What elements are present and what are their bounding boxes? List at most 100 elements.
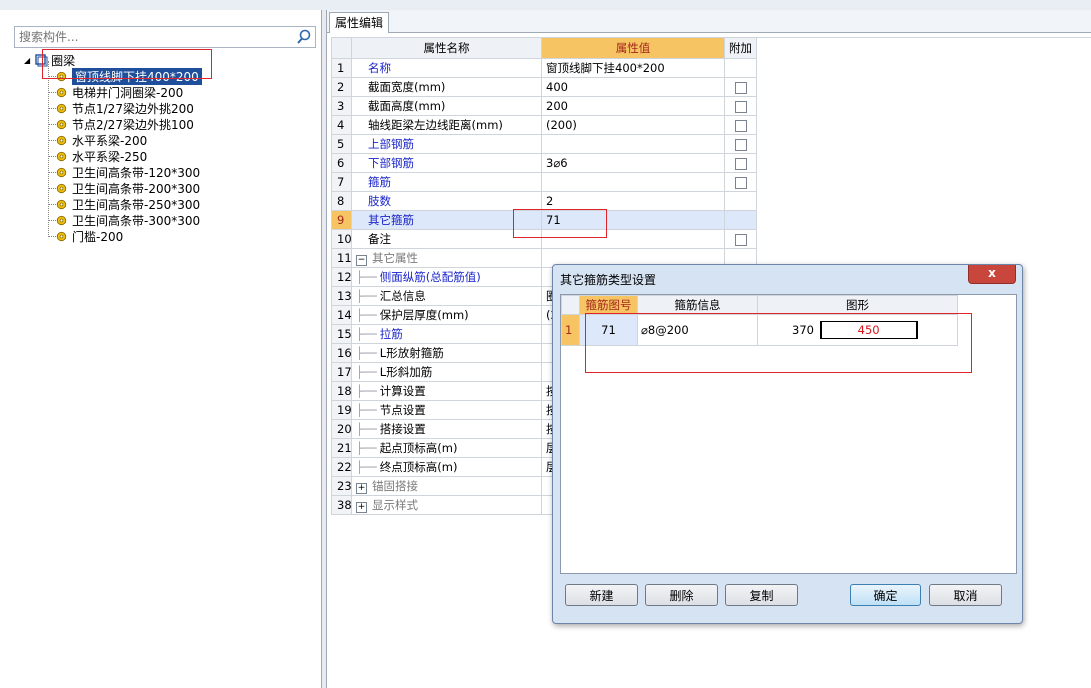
row-number: 6 [331, 153, 352, 173]
tree-guide-line [48, 220, 56, 221]
component-gear-icon [56, 215, 67, 225]
component-gear-icon [56, 167, 67, 177]
tree-item[interactable]: 卫生间高条带-200*300 [56, 180, 200, 196]
tree-guide-line [48, 204, 56, 205]
tree-item-label: 卫生间高条带-250*300 [72, 197, 201, 212]
property-name: 上部钢筋 [368, 137, 414, 151]
other-stirrup-dialog: 其它箍筋类型设置 x 箍筋图号 箍筋信息 图形 1 71 ⌀8@200 370 … [552, 264, 1023, 624]
component-gear-icon [56, 87, 67, 97]
extra-cell [724, 172, 757, 192]
property-value-cell[interactable]: 2 [541, 191, 725, 211]
row-number: 19 [331, 400, 352, 420]
delete-button[interactable]: 删除 [645, 584, 718, 606]
tree-item-label: 节点2/27梁边外挑100 [72, 117, 194, 132]
tree-guide-line [48, 188, 56, 189]
dlg-header-info: 箍筋信息 [637, 295, 758, 315]
expand-icon[interactable]: + [356, 483, 367, 494]
property-name-cell: 肢数 [351, 191, 542, 211]
extra-checkbox[interactable] [735, 176, 747, 189]
extra-checkbox[interactable] [735, 233, 747, 246]
table-row[interactable]: 6 下部钢筋 3⌀6 [331, 153, 757, 173]
table-row[interactable]: 7 箍筋 [331, 172, 757, 192]
row-number: 5 [331, 134, 352, 154]
property-value-cell[interactable]: (200) [541, 115, 725, 135]
dlg-header-corner [561, 295, 580, 315]
extra-cell [724, 153, 757, 173]
tree-item[interactable]: 水平系梁-200 [56, 132, 147, 148]
tree-item[interactable]: 卫生间高条带-120*300 [56, 164, 200, 180]
extra-cell [724, 58, 757, 78]
tree-item[interactable]: 节点1/27梁边外挑200 [56, 100, 194, 116]
tree-guide-line [48, 124, 56, 125]
search-input[interactable] [19, 29, 289, 45]
panel-splitter[interactable] [322, 10, 327, 688]
property-name: 备注 [368, 232, 391, 246]
tree-item-label: 门槛-200 [72, 229, 124, 244]
row-number: 8 [331, 191, 352, 211]
row-number: 1 [331, 58, 352, 78]
tab-property-edit[interactable]: 属性编辑 [329, 12, 390, 33]
extra-checkbox[interactable] [735, 138, 747, 151]
extra-cell [724, 115, 757, 135]
row-number: 20 [331, 419, 352, 439]
search-icon[interactable] [295, 28, 313, 46]
component-gear-icon [56, 183, 67, 193]
property-value-cell[interactable] [541, 134, 725, 154]
property-value-cell[interactable]: 窗顶线脚下挂400*200 [541, 58, 725, 78]
table-row[interactable]: 1 名称 窗顶线脚下挂400*200 [331, 58, 757, 78]
close-button[interactable]: x [968, 265, 1016, 284]
property-name-cell: 截面宽度(mm) [351, 77, 542, 97]
extra-checkbox[interactable] [735, 81, 747, 94]
property-value-cell[interactable]: 3⌀6 [541, 153, 725, 173]
tree-branch: ├── [356, 308, 377, 322]
extra-checkbox[interactable] [735, 119, 747, 132]
new-button[interactable]: 新建 [565, 584, 638, 606]
property-name: 轴线距梁左边线距离(mm) [368, 118, 503, 132]
tree-branch: ├── [356, 422, 377, 436]
property-name: 下部钢筋 [368, 156, 414, 170]
tree-item[interactable]: 电梯井门洞圈梁-200 [56, 84, 183, 100]
tree-item[interactable]: 卫生间高条带-300*300 [56, 212, 200, 228]
property-value-cell[interactable]: 200 [541, 96, 725, 116]
table-row[interactable]: 2 截面宽度(mm) 400 [331, 77, 757, 97]
property-value-cell[interactable] [541, 172, 725, 192]
property-name-cell: ├── L形斜加筋 [351, 362, 542, 382]
property-name-cell: ├── 起点顶标高(m) [351, 438, 542, 458]
property-name-cell: ├── 汇总信息 [351, 286, 542, 306]
tree-guide-line [48, 172, 56, 173]
extra-checkbox[interactable] [735, 157, 747, 170]
selected-item-highlight [42, 49, 212, 79]
extra-checkbox[interactable] [735, 100, 747, 113]
search-box[interactable] [14, 26, 316, 48]
copy-button[interactable]: 复制 [725, 584, 798, 606]
property-name: 截面高度(mm) [368, 99, 446, 113]
expand-icon[interactable]: + [356, 502, 367, 513]
tree-branch: ├── [356, 441, 377, 455]
collapse-icon[interactable]: − [356, 255, 367, 266]
property-value-cell[interactable]: 400 [541, 77, 725, 97]
extra-cell [724, 77, 757, 97]
tree-item[interactable]: 节点2/27梁边外挑100 [56, 116, 194, 132]
property-name: 搭接设置 [379, 422, 426, 436]
property-name-cell: ├── 节点设置 [351, 400, 542, 420]
table-row[interactable]: 8 肢数 2 [331, 191, 757, 211]
property-name: 锚固搭接 [372, 479, 418, 493]
grid-top-border [756, 37, 1091, 38]
table-row[interactable]: 3 截面高度(mm) 200 [331, 96, 757, 116]
tree-item[interactable]: 门槛-200 [56, 228, 123, 244]
property-name-cell: ├── 侧面纵筋(总配筋值) [351, 267, 542, 287]
ok-button[interactable]: 确定 [850, 584, 921, 606]
table-row[interactable]: 5 上部钢筋 [331, 134, 757, 154]
property-name-cell: 上部钢筋 [351, 134, 542, 154]
cancel-button[interactable]: 取消 [929, 584, 1002, 606]
property-name: L形斜加筋 [379, 365, 433, 379]
tree-branch: ├── [356, 327, 377, 341]
tree-item-label: 卫生间高条带-300*300 [72, 213, 201, 228]
collapse-icon[interactable]: ◢ [24, 56, 30, 65]
tree-item[interactable]: 卫生间高条带-250*300 [56, 196, 200, 212]
property-name: 其它属性 [372, 251, 418, 265]
property-name: 计算设置 [379, 384, 426, 398]
row-number: 38 [331, 495, 352, 515]
table-row[interactable]: 4 轴线距梁左边线距离(mm) (200) [331, 115, 757, 135]
tree-item[interactable]: 水平系梁-250 [56, 148, 147, 164]
